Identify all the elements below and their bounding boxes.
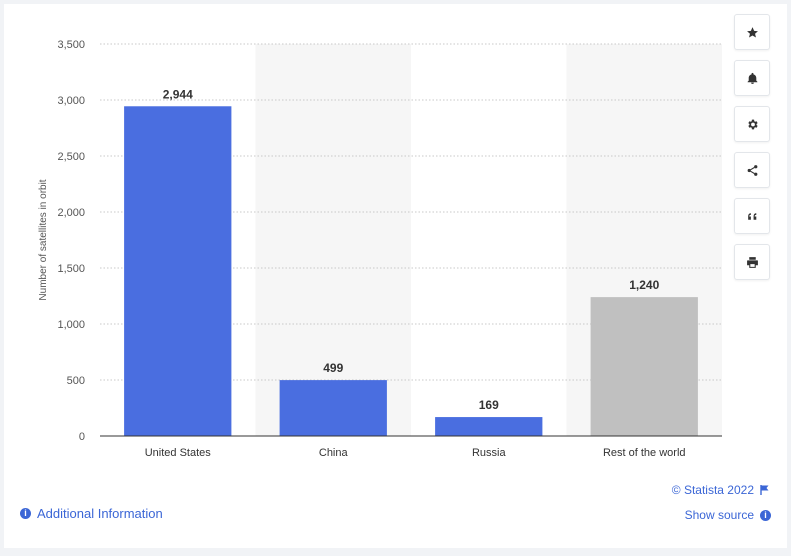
bar[interactable] bbox=[279, 380, 387, 436]
quote-icon bbox=[747, 212, 756, 220]
y-tick-label: 1,500 bbox=[57, 263, 85, 275]
show-source-label: Show source bbox=[684, 508, 754, 522]
x-tick-label: Rest of the world bbox=[603, 447, 686, 459]
print-button[interactable] bbox=[734, 244, 770, 280]
share-button[interactable] bbox=[734, 152, 770, 188]
cite-button[interactable] bbox=[734, 198, 770, 234]
y-tick-label: 500 bbox=[67, 375, 85, 387]
x-tick-label: United States bbox=[145, 447, 212, 459]
additional-information-label: Additional Information bbox=[37, 506, 163, 521]
print-icon bbox=[746, 256, 758, 268]
bar[interactable] bbox=[590, 297, 698, 436]
y-axis-ticks: 0 500 1,000 1,500 2,000 2,500 3,000 3,500 bbox=[57, 39, 85, 443]
y-tick-label: 0 bbox=[79, 431, 85, 443]
bar[interactable] bbox=[435, 417, 543, 436]
data-label: 499 bbox=[323, 361, 343, 375]
category-labels: United States China Russia Rest of the worl… bbox=[145, 447, 686, 459]
settings-button[interactable] bbox=[734, 106, 770, 142]
bar-chart: 0 500 1,000 1,500 2,000 2,500 3,000 3,500 2,944… bbox=[38, 39, 722, 459]
data-label: 169 bbox=[479, 398, 499, 412]
notification-button[interactable] bbox=[734, 60, 770, 96]
x-tick-label: Russia bbox=[472, 447, 507, 459]
data-label: 1,240 bbox=[629, 278, 659, 292]
info-icon: i bbox=[760, 509, 771, 521]
info-icon: i bbox=[20, 508, 31, 519]
bar[interactable] bbox=[124, 106, 232, 436]
y-tick-label: 3,500 bbox=[57, 39, 85, 51]
copyright-label: © Statista 2022 bbox=[671, 483, 754, 497]
star-icon bbox=[746, 26, 758, 38]
favorite-button[interactable] bbox=[734, 14, 770, 50]
category-band bbox=[255, 44, 411, 436]
y-axis-label: Number of satellites in orbit bbox=[38, 179, 49, 300]
y-tick-label: 3,000 bbox=[57, 95, 85, 107]
statista-copyright-link[interactable]: © Statista 2022 bbox=[672, 483, 769, 497]
x-tick-label: China bbox=[319, 447, 349, 459]
chart-toolbar bbox=[734, 14, 770, 290]
data-label: 2,944 bbox=[163, 87, 193, 101]
y-tick-label: 2,000 bbox=[57, 207, 85, 219]
flag-icon bbox=[760, 485, 769, 495]
gear-icon bbox=[747, 119, 758, 129]
show-source-link[interactable]: Show source i bbox=[685, 508, 771, 522]
y-tick-label: 2,500 bbox=[57, 151, 85, 163]
share-icon bbox=[747, 164, 757, 176]
chart-card: 0 500 1,000 1,500 2,000 2,500 3,000 3,500 2,944… bbox=[4, 4, 787, 548]
bell-icon bbox=[747, 72, 757, 84]
additional-information-link[interactable]: i Additional Information bbox=[20, 506, 163, 521]
y-tick-label: 1,000 bbox=[57, 319, 85, 331]
